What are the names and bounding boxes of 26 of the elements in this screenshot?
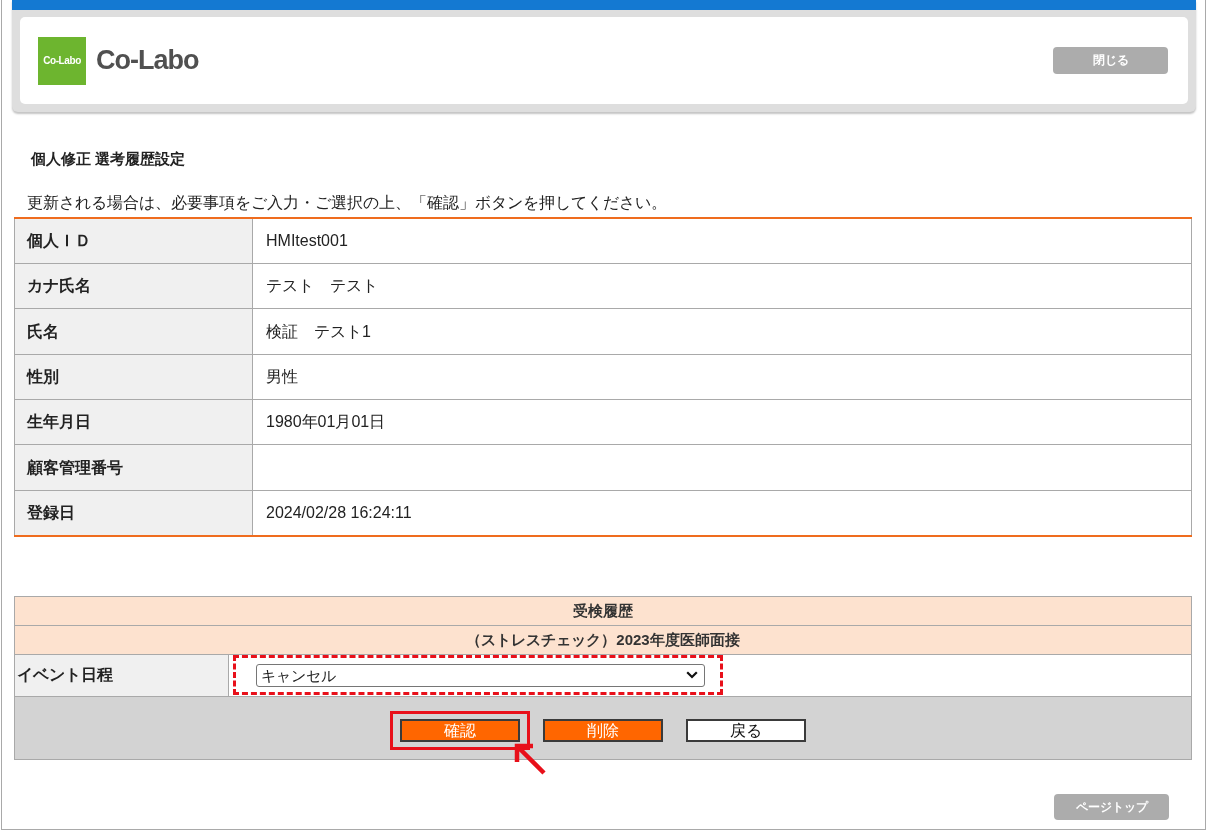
instruction-text: 更新される場合は、必要事項をご入力・ご選択の上、「確認」ボタンを押してください。	[27, 193, 668, 213]
field-label: イベント日程	[14, 654, 229, 697]
section-subheading: （ストレスチェック）2023年度医師面接	[14, 625, 1192, 655]
logo-tile: Co-Labo	[38, 36, 86, 85]
field-label: カナ氏名	[14, 263, 253, 309]
field-value: 1980年01月01日	[252, 399, 1192, 445]
close-button[interactable]: 閉じる	[1053, 47, 1168, 74]
logo-text: Co-Labo	[96, 44, 199, 78]
field-label: 顧客管理番号	[14, 444, 253, 491]
section-heading: 受検履歴	[14, 596, 1192, 626]
page-top-button[interactable]: ページトップ	[1054, 793, 1169, 820]
field-label: 登録日	[14, 490, 253, 536]
action-button[interactable]: 戻る	[686, 719, 806, 743]
field-label: 生年月日	[14, 399, 253, 445]
field-value: HMItest001	[252, 218, 1192, 264]
action-button[interactable]: 削除	[543, 719, 663, 743]
page-title: 個人修正 選考履歴設定	[31, 149, 187, 169]
field-label: 氏名	[14, 308, 253, 355]
field-label: 個人ＩＤ	[14, 218, 253, 264]
chevron-down-icon	[686, 671, 698, 680]
field-value: テスト テスト	[252, 263, 1192, 309]
field-value: 検証 テスト1	[252, 308, 1192, 355]
field-label: 性別	[14, 354, 253, 400]
action-button[interactable]: 確認	[400, 719, 520, 743]
event-select[interactable]: キャンセル	[256, 663, 705, 687]
field-value: 男性	[252, 354, 1192, 400]
